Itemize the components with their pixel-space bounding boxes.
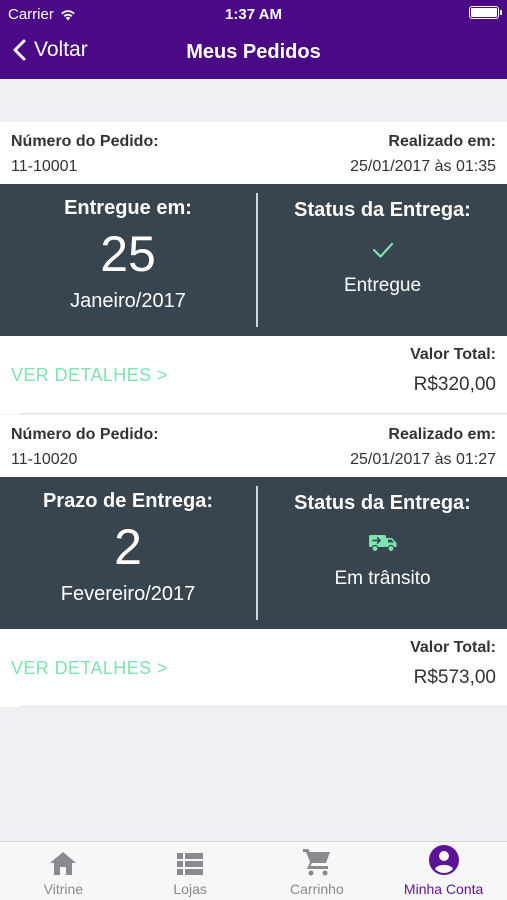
- delivery-status: Em trânsito: [334, 568, 431, 589]
- truck-icon: [368, 535, 396, 553]
- delivery-date-label: Prazo de Entrega:: [42, 490, 214, 512]
- delivery-month: Fevereiro/2017: [60, 583, 196, 605]
- order-info: Número do Pedido: 11-10001 Realizado em:…: [0, 122, 507, 184]
- delivery-status-label: Status da Entrega:: [294, 492, 471, 514]
- order-number: 11-10001: [11, 158, 78, 175]
- tab-carrinho[interactable]: Carrinho: [254, 842, 381, 900]
- delivery-status-block: Status da Entrega: Em trânsito: [258, 477, 507, 629]
- divider: [20, 413, 507, 414]
- placed-date: 25/01/2017 às 01:27: [350, 451, 496, 468]
- order-card: Número do Pedido: 11-10020 Realizado em:…: [0, 415, 507, 707]
- delivery-status: Entregue: [343, 275, 422, 296]
- tab-minha-conta[interactable]: Minha Conta: [380, 842, 507, 900]
- cart-icon: [302, 849, 330, 876]
- status-bar: Carrier 1:37 AM: [0, 0, 507, 26]
- list-icon: [177, 853, 204, 875]
- delivery-day: 2: [114, 519, 142, 575]
- tab-vitrine[interactable]: Vitrine: [0, 842, 127, 900]
- clock: 1:37 AM: [225, 6, 282, 23]
- tab-label: Lojas: [173, 881, 207, 897]
- order-footer: VER DETALHES > Valor Total: R$320,00: [0, 336, 507, 414]
- header: Carrier 1:37 AM Voltar Meus Pedidos: [0, 0, 507, 79]
- total-label: Valor Total:: [410, 639, 496, 656]
- view-details-link[interactable]: VER DETALHES >: [11, 658, 168, 679]
- total-value: R$320,00: [413, 374, 496, 395]
- delivery-month: Janeiro/2017: [70, 290, 186, 312]
- order-number-label: Número do Pedido:: [11, 133, 159, 150]
- account-icon: [428, 845, 459, 875]
- divider: [20, 706, 507, 707]
- tab-bar: Vitrine Lojas Carrinho Minha Conta: [0, 841, 507, 900]
- delivery-status-block: Status da Entrega: Entregue: [258, 184, 507, 336]
- navigation-bar: Voltar Meus Pedidos: [0, 30, 507, 74]
- order-number: 11-10020: [11, 451, 78, 468]
- delivery-panel: Entregue em: 25 Janeiro/2017 Status da E…: [0, 184, 507, 336]
- order-info: Número do Pedido: 11-10020 Realizado em:…: [0, 415, 507, 477]
- total-label: Valor Total:: [410, 346, 496, 363]
- delivery-day: 25: [100, 226, 156, 282]
- placed-label: Realizado em:: [388, 133, 496, 150]
- delivery-panel: Prazo de Entrega: 2 Fevereiro/2017 Statu…: [0, 477, 507, 629]
- tab-lojas[interactable]: Lojas: [127, 842, 254, 900]
- delivery-date-block: Prazo de Entrega: 2 Fevereiro/2017: [0, 477, 256, 629]
- tab-label: Vitrine: [43, 881, 84, 897]
- battery-icon: [469, 6, 502, 19]
- order-card: Número do Pedido: 11-10001 Realizado em:…: [0, 122, 507, 414]
- view-details-link[interactable]: VER DETALHES >: [11, 365, 168, 386]
- order-footer: VER DETALHES > Valor Total: R$573,00: [0, 629, 507, 707]
- home-icon: [50, 852, 77, 875]
- delivery-date-label: Entregue em:: [64, 197, 192, 219]
- page-title: Meus Pedidos: [186, 41, 321, 63]
- tab-label: Minha Conta: [403, 881, 484, 897]
- order-number-label: Número do Pedido:: [11, 426, 159, 443]
- tab-label: Carrinho: [290, 881, 344, 897]
- check-icon: [372, 242, 393, 258]
- total-value: R$573,00: [413, 667, 496, 688]
- delivery-date-block: Entregue em: 25 Janeiro/2017: [0, 184, 256, 336]
- delivery-status-label: Status da Entrega:: [294, 199, 471, 221]
- placed-label: Realizado em:: [388, 426, 496, 443]
- placed-date: 25/01/2017 às 01:35: [350, 158, 496, 175]
